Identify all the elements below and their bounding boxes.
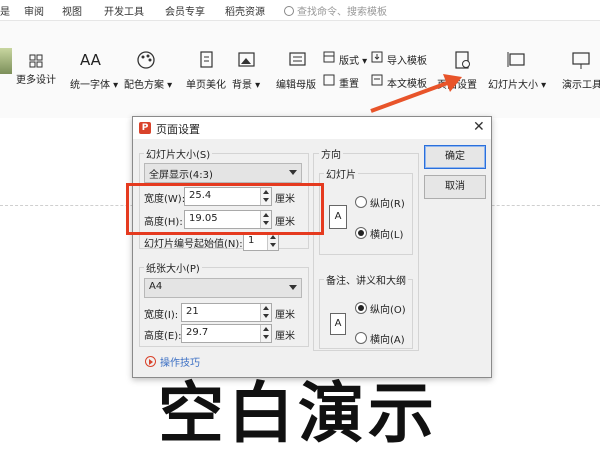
- paper-width-value: 21: [186, 306, 199, 317]
- edit-master-button[interactable]: 编辑母版: [276, 76, 316, 91]
- wps-logo-icon: P: [139, 122, 151, 134]
- start-number-stepper[interactable]: [267, 233, 278, 250]
- menu-developer[interactable]: 开发工具: [104, 3, 144, 18]
- menu-docer[interactable]: 稻壳资源: [225, 3, 265, 18]
- arrow-down-icon: [263, 335, 269, 339]
- menu-bar: 是 审阅 视图 开发工具 会员专享 稻壳资源 查找命令、搜索模板: [0, 0, 600, 21]
- start-number-label: 幻灯片编号起始值(N):: [144, 239, 243, 250]
- notes-portrait-radio[interactable]: [355, 302, 367, 314]
- background-icon: [238, 52, 255, 67]
- import-template-button[interactable]: 导入模板: [387, 52, 427, 67]
- arrow-down-icon: [263, 314, 269, 318]
- page-beautify-icon: [200, 51, 213, 68]
- orientation-label: 方向: [319, 146, 343, 161]
- paper-width-input[interactable]: 21: [181, 303, 272, 322]
- paper-height-stepper[interactable]: [260, 325, 271, 342]
- color-scheme-label: 配色方案: [124, 80, 164, 91]
- menu-member[interactable]: 会员专享: [165, 3, 205, 18]
- play-icon: [145, 356, 156, 367]
- page-setup-button[interactable]: 页面设置: [437, 76, 477, 91]
- menu-edge-fragment: 是: [0, 7, 10, 18]
- background-button[interactable]: 背景 ▾: [232, 76, 260, 91]
- background-label: 背景: [232, 80, 252, 91]
- arrow-up-icon: [263, 327, 269, 331]
- notes-orientation-label: 备注、讲义和大纲: [324, 272, 408, 287]
- slides-landscape-label: 横向(L): [370, 230, 404, 241]
- ribbon-toolbar: 更多设计 AA 统一字体 ▾ 配色方案 ▾ 单页美化 背景 ▾ 编辑母版 版式 …: [0, 21, 600, 119]
- arrow-down-icon: [270, 243, 276, 247]
- page-setup-icon: [455, 51, 470, 69]
- paper-width-unit: 厘米: [275, 310, 295, 321]
- arrow-up-icon: [263, 306, 269, 310]
- chevron-down-icon: [289, 170, 297, 175]
- start-number-value: 1: [248, 235, 255, 246]
- highlight-box: [126, 183, 324, 235]
- font-icon: AA: [80, 51, 101, 69]
- slide-size-label: 幻灯片大小: [488, 80, 538, 91]
- slides-portrait-radio[interactable]: [355, 196, 367, 208]
- paper-height-value: 29.7: [186, 327, 209, 338]
- close-icon[interactable]: ✕: [473, 119, 485, 135]
- paper-width-stepper[interactable]: [260, 304, 271, 321]
- layout-button[interactable]: 版式 ▾: [339, 52, 367, 67]
- color-scheme-button[interactable]: 配色方案 ▾: [124, 76, 172, 91]
- ok-button[interactable]: 确定: [424, 145, 486, 169]
- slides-orientation-label: 幻灯片: [324, 166, 358, 181]
- dialog-titlebar[interactable]: P 页面设置 ✕: [133, 117, 491, 139]
- grid-icon: [29, 54, 43, 68]
- notes-landscape-label: 横向(A): [370, 335, 405, 346]
- import-icon: [371, 51, 383, 63]
- slides-portrait-label: 纵向(R): [370, 199, 405, 210]
- tips-link[interactable]: 操作技巧: [145, 354, 200, 369]
- more-design-button[interactable]: 更多设计: [16, 71, 56, 86]
- palette-icon: [137, 51, 155, 69]
- presentation-tools-icon: [572, 52, 590, 69]
- slide-size-select[interactable]: 全屏显示(4:3): [144, 163, 302, 183]
- this-template-button[interactable]: 本文模板: [387, 75, 427, 90]
- page-setup-dialog: P 页面设置 ✕ 幻灯片大小(S) 全屏显示(4:3) 宽度(W): 25.4 …: [132, 116, 492, 378]
- template-icon: [371, 74, 383, 86]
- layout-icon: [323, 51, 335, 63]
- notes-page-icon: A: [330, 313, 346, 335]
- slides-landscape-radio[interactable]: [355, 227, 367, 239]
- paper-size-select[interactable]: A4: [144, 278, 302, 298]
- single-page-beautify-button[interactable]: 单页美化: [186, 76, 226, 91]
- paper-size-group-label: 纸张大小(P): [144, 260, 202, 275]
- paper-height-unit: 厘米: [275, 331, 295, 342]
- chevron-down-icon: [289, 285, 297, 290]
- theme-thumbnail[interactable]: [0, 48, 12, 74]
- reset-icon: [323, 74, 335, 86]
- cancel-button[interactable]: 取消: [424, 175, 486, 199]
- slide-size-icon: [507, 52, 525, 67]
- slide-size-button[interactable]: 幻灯片大小 ▾: [488, 76, 546, 91]
- search-placeholder: 查找命令、搜索模板: [297, 7, 387, 18]
- arrow-up-icon: [270, 235, 276, 239]
- dialog-title: 页面设置: [156, 123, 200, 136]
- paper-height-input[interactable]: 29.7: [181, 324, 272, 343]
- search-icon: [284, 6, 294, 16]
- unify-font-label: 统一字体: [70, 80, 110, 91]
- paper-width-label: 宽度(I):: [144, 310, 179, 321]
- unify-font-button[interactable]: 统一字体 ▾: [70, 76, 118, 91]
- command-search[interactable]: 查找命令、搜索模板: [284, 3, 387, 18]
- tips-label: 操作技巧: [160, 358, 200, 369]
- notes-portrait-label: 纵向(O): [370, 305, 406, 316]
- page-orientation-icon: A: [329, 205, 347, 229]
- menu-view[interactable]: 视图: [62, 3, 82, 18]
- presentation-tools-button[interactable]: 演示工具: [562, 76, 600, 91]
- notes-landscape-radio[interactable]: [355, 332, 367, 344]
- master-icon: [289, 52, 306, 66]
- menu-review[interactable]: 审阅: [24, 3, 44, 18]
- paper-height-label: 高度(E):: [144, 331, 182, 342]
- slide-size-group-label: 幻灯片大小(S): [144, 146, 213, 161]
- slide-size-value: 全屏显示(4:3): [149, 170, 213, 181]
- paper-size-value: A4: [149, 281, 163, 292]
- layout-label: 版式: [339, 56, 359, 67]
- reset-button[interactable]: 重置: [339, 75, 359, 90]
